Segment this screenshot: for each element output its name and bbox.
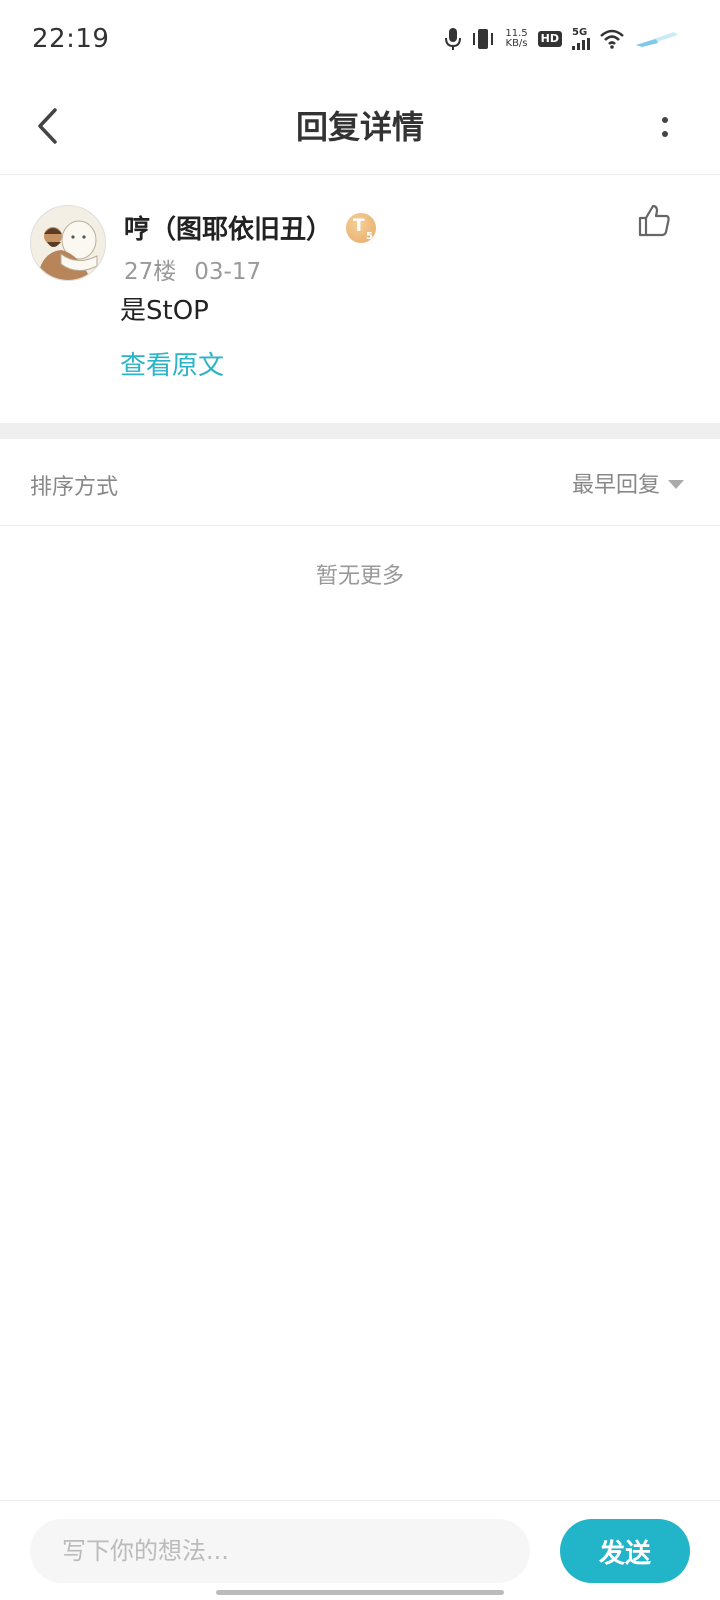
sort-selected-value: 最早回复 bbox=[571, 473, 660, 498]
network-speed: 11.5 KB/s bbox=[505, 29, 527, 49]
reply-card: 哼（图耶依旧丑） T 5 27楼 03-17 是StOP 查看原文 bbox=[0, 175, 720, 423]
sort-order-dropdown[interactable]: 最早回复 bbox=[572, 467, 684, 499]
status-time: 22:19 bbox=[32, 24, 110, 54]
page-title: 回复详情 bbox=[295, 108, 424, 146]
home-indicator[interactable] bbox=[216, 1590, 504, 1595]
battery-icon bbox=[634, 29, 680, 49]
floor-number: 27楼 bbox=[124, 259, 177, 285]
vibrate-icon bbox=[471, 28, 495, 50]
reply-content: 是StOP bbox=[120, 296, 209, 326]
comment-input[interactable] bbox=[30, 1519, 530, 1583]
sort-label: 排序方式 bbox=[30, 475, 119, 500]
reply-meta: 27楼 03-17 bbox=[124, 252, 261, 286]
reply-date: 03-17 bbox=[194, 259, 262, 285]
caret-down-icon bbox=[668, 479, 684, 489]
reply-detail-page: 22:19 11.5 KB/s HD 5G 回复详情 哼（图耶依旧丑） T 5 … bbox=[0, 0, 720, 1600]
status-icons: 11.5 KB/s HD 5G bbox=[445, 24, 680, 54]
level-badge-number: 5 bbox=[366, 230, 374, 242]
network-speed-unit: KB/s bbox=[505, 38, 528, 49]
avatar[interactable] bbox=[30, 205, 106, 281]
thumbs-up-icon bbox=[638, 204, 670, 237]
more-options-button[interactable] bbox=[650, 102, 680, 152]
signal-icon: 5G bbox=[572, 28, 590, 50]
more-dot-icon bbox=[662, 131, 668, 137]
comment-composer: 发送 bbox=[0, 1500, 720, 1600]
empty-list-text: 暂无更多 bbox=[315, 564, 404, 589]
send-button[interactable]: 发送 bbox=[560, 1519, 690, 1583]
nav-bar: 回复详情 bbox=[0, 80, 720, 175]
status-bar: 22:19 11.5 KB/s HD 5G bbox=[0, 0, 720, 80]
section-divider bbox=[0, 423, 720, 439]
username-row: 哼（图耶依旧丑） T 5 bbox=[124, 209, 377, 246]
network-type-label: 5G bbox=[572, 27, 588, 38]
more-dot-icon bbox=[662, 117, 668, 123]
level-badge-icon: T 5 bbox=[346, 212, 377, 243]
sort-bar: 排序方式 最早回复 bbox=[0, 439, 720, 526]
mic-icon bbox=[445, 27, 462, 51]
wifi-icon bbox=[600, 29, 624, 49]
hd-icon: HD bbox=[537, 31, 562, 47]
level-badge-letter: T bbox=[353, 215, 365, 236]
view-original-link[interactable]: 查看原文 bbox=[120, 345, 224, 382]
username[interactable]: 哼（图耶依旧丑） bbox=[124, 209, 332, 246]
like-button[interactable] bbox=[636, 203, 672, 239]
